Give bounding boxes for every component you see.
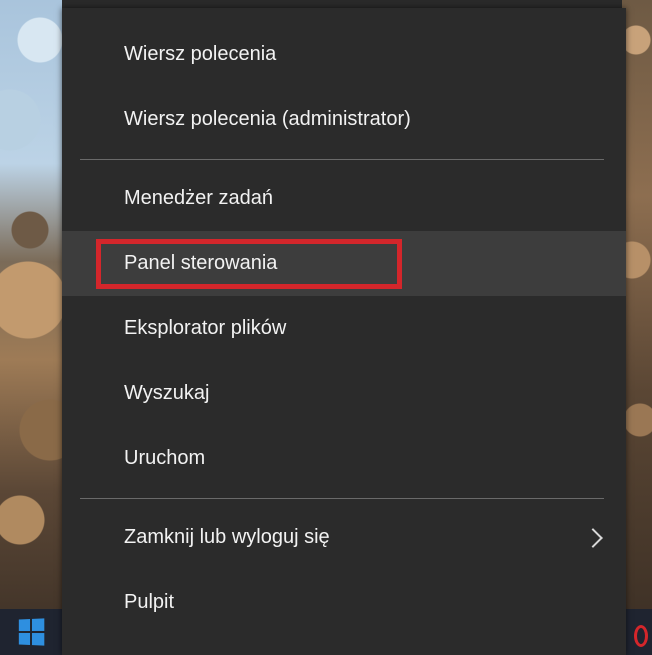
menu-item-label: Wiersz polecenia	[124, 43, 277, 65]
menu-item-run[interactable]: Uruchom	[62, 426, 626, 491]
menu-item-label: Pulpit	[124, 591, 175, 613]
menu-item-file-explorer[interactable]: Eksplorator plików	[62, 296, 626, 361]
desktop: Wiersz polecenia Wiersz polecenia (admin…	[0, 0, 652, 655]
chevron-right-icon	[583, 527, 603, 548]
menu-separator	[62, 152, 626, 166]
menu-item-desktop[interactable]: Pulpit	[62, 570, 626, 635]
menu-item-search[interactable]: Wyszukaj	[62, 361, 626, 426]
menu-item-label: Panel sterowania	[124, 252, 278, 274]
menu-separator	[62, 491, 626, 505]
red-circle-icon[interactable]	[634, 625, 648, 647]
start-button[interactable]	[0, 609, 62, 655]
menu-item-label: Wiersz polecenia (administrator)	[124, 108, 411, 130]
menu-item-command-prompt-admin[interactable]: Wiersz polecenia (administrator)	[62, 87, 626, 152]
menu-item-task-manager[interactable]: Menedżer zadań	[62, 166, 626, 231]
menu-item-label: Wyszukaj	[124, 382, 210, 404]
menu-item-command-prompt[interactable]: Wiersz polecenia	[62, 22, 626, 87]
menu-item-shutdown-signout[interactable]: Zamknij lub wyloguj się	[62, 505, 626, 570]
menu-item-label: Zamknij lub wyloguj się	[124, 526, 330, 548]
menu-item-label: Menedżer zadań	[124, 187, 273, 209]
desktop-wallpaper-right	[622, 0, 652, 655]
desktop-wallpaper-left	[0, 0, 62, 655]
windows-logo-icon	[18, 618, 45, 646]
menu-item-label: Uruchom	[124, 447, 206, 469]
menu-item-label: Eksplorator plików	[124, 317, 287, 339]
menu-item-control-panel[interactable]: Panel sterowania	[62, 231, 626, 296]
winx-context-menu: Wiersz polecenia Wiersz polecenia (admin…	[62, 8, 626, 655]
